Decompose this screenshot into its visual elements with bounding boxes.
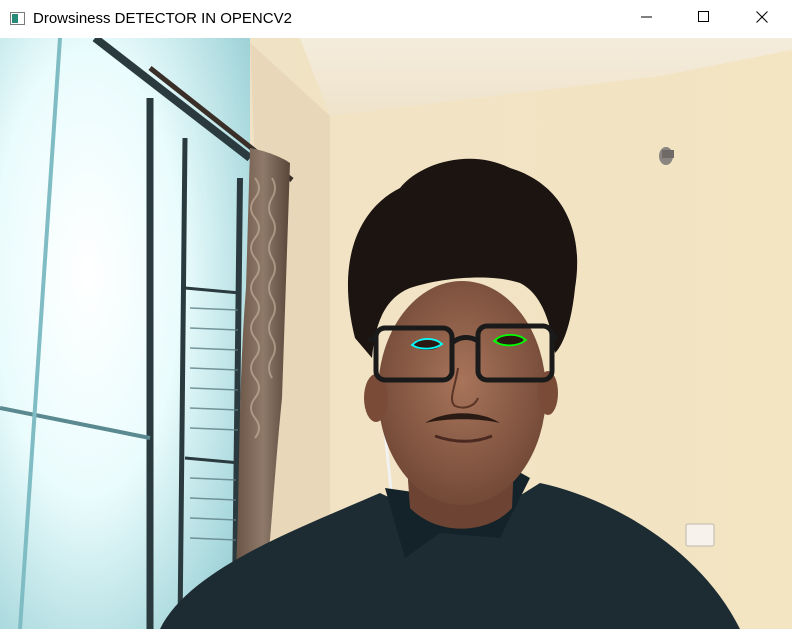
minimize-button[interactable] xyxy=(618,0,676,38)
switch-board xyxy=(685,523,715,547)
maximize-button[interactable] xyxy=(675,0,733,38)
maximize-icon xyxy=(698,10,710,28)
minimize-icon xyxy=(641,10,653,28)
face xyxy=(378,281,546,505)
webcam-feed xyxy=(0,38,792,629)
opencv-window-icon xyxy=(10,12,25,25)
opencv-window: Drowsiness DETECTOR IN OPENCV2 xyxy=(0,0,792,629)
close-button[interactable] xyxy=(733,0,791,38)
title-bar[interactable]: Drowsiness DETECTOR IN OPENCV2 xyxy=(0,0,792,38)
close-icon xyxy=(756,10,768,28)
window-title: Drowsiness DETECTOR IN OPENCV2 xyxy=(33,10,292,27)
